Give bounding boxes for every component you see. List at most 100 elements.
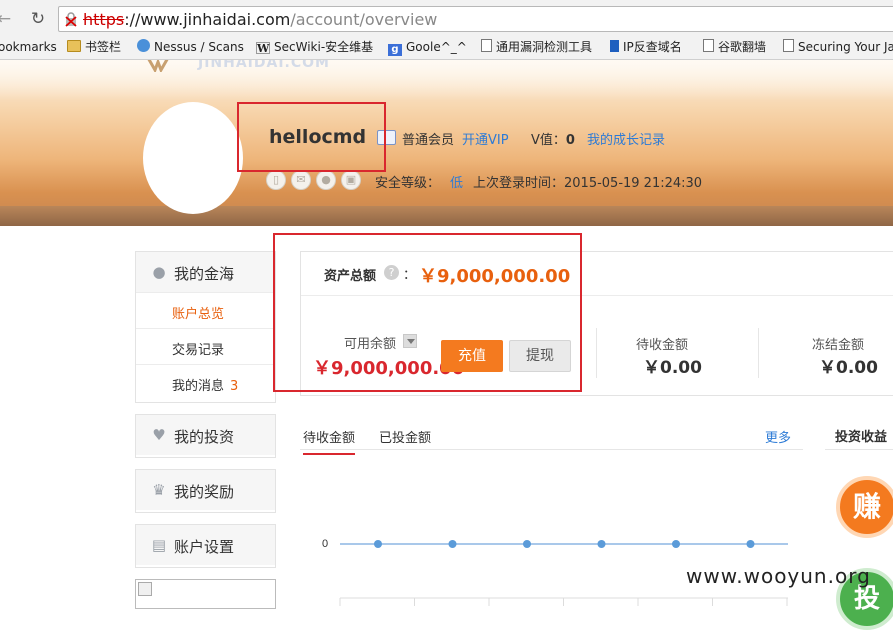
message-count-badge: 3 <box>230 379 239 394</box>
wiki-icon: W <box>256 42 270 55</box>
user-icon: ● <box>152 263 166 281</box>
lock-icon[interactable]: ▣ <box>341 170 361 190</box>
piggy-bank-icon: ♥ <box>152 426 166 444</box>
frozen-amount-label: 冻结金额 <box>812 338 865 353</box>
bookmark-item[interactable]: 通用漏洞检测工具 <box>481 38 592 56</box>
back-arrow-icon[interactable]: ← <box>0 9 14 29</box>
sidebar-header[interactable]: ♛ 我的奖励 <box>136 470 275 510</box>
data-point[interactable] <box>746 540 755 548</box>
url-path: /account/overview <box>290 10 438 29</box>
v-value: V值：0 <box>531 129 575 148</box>
last-login-time: 上次登录时间：2015-05-19 21:24:30 <box>473 176 703 191</box>
divider <box>596 328 597 378</box>
y-tick-label: 0 <box>322 538 328 550</box>
sidebar-section-investments[interactable]: ♥ 我的投资 <box>135 414 276 458</box>
sidebar-title: 我的投资 <box>174 428 235 446</box>
nessus-icon <box>137 39 150 52</box>
mail-icon[interactable]: ✉ <box>291 170 311 190</box>
bookmark-label: IP反查域名 <box>623 40 682 54</box>
bookmark-label: ookmarks <box>0 40 57 54</box>
data-point[interactable] <box>597 540 606 548</box>
tab-pending-amount[interactable]: 待收金额 <box>303 427 356 455</box>
browser-chrome: ← ↻ https://www.jinhaidai.com/account/ov… <box>0 0 893 60</box>
sidebar-item-label: 交易记录 <box>172 343 225 358</box>
ip-icon <box>610 40 619 52</box>
sidebar-item-transactions[interactable]: 交易记录 <box>136 328 275 364</box>
bookmark-item[interactable]: 谷歌翻墙 <box>703 38 766 56</box>
url-text: https://www.jinhaidai.com/account/overvi… <box>83 10 437 30</box>
pending-amount-label: 待收金额 <box>636 338 689 353</box>
bookmark-label: Goole^_^ <box>406 40 467 54</box>
pending-amount-chart: 0 <box>322 538 788 606</box>
broken-image <box>135 579 276 609</box>
bookmarks-bar: ookmarks 书签栏 Nessus / Scans W SecWiki-安全维… <box>0 36 893 58</box>
logo-icon <box>147 60 169 72</box>
tabs-divider <box>300 449 803 450</box>
banner-ground <box>0 206 893 226</box>
sidebar-title: 我的奖励 <box>174 483 235 501</box>
sidebar-item-label: 账户总览 <box>172 307 225 322</box>
data-point[interactable] <box>523 540 531 548</box>
bookmark-label: 通用漏洞检测工具 <box>496 40 593 54</box>
sidebar-title: 我的金海 <box>174 265 235 283</box>
sidebar-item-messages[interactable]: 我的消息 3 <box>136 364 275 400</box>
id-card-icon: ▤ <box>151 536 167 554</box>
bookmark-item[interactable]: Nessus / Scans <box>137 38 244 56</box>
profile-banner: JINHAIDAI.COM hellocmd 普通会员 开通VIP V值：0 我… <box>0 60 893 226</box>
bookmark-label: 书签栏 <box>85 40 122 54</box>
page-icon <box>783 39 794 52</box>
google-icon: g <box>388 44 402 56</box>
reload-icon[interactable]: ↻ <box>28 9 48 29</box>
address-row: ← ↻ https://www.jinhaidai.com/account/ov… <box>0 4 893 34</box>
bookmark-item[interactable]: g Goole^_^ <box>388 38 467 56</box>
phone-icon[interactable]: ▯ <box>266 170 286 190</box>
avatar[interactable] <box>143 102 243 214</box>
bookmark-item[interactable]: Securing Your Ja <box>783 38 893 56</box>
sidebar-header[interactable]: ▤ 账户设置 <box>136 525 275 565</box>
sidebar-title: 账户设置 <box>174 538 235 556</box>
watermark: www.wooyun.org <box>686 564 871 588</box>
frozen-amount-value: ￥0.00 <box>819 358 878 378</box>
earn-badge[interactable]: 赚 <box>836 476 893 538</box>
open-vip-link[interactable]: 开通VIP <box>462 129 509 148</box>
growth-record-link[interactable]: 我的成长记录 <box>587 129 665 148</box>
data-point[interactable] <box>672 540 680 548</box>
address-bar[interactable]: https://www.jinhaidai.com/account/overvi… <box>58 6 893 32</box>
highlight-box <box>237 102 386 172</box>
data-point[interactable] <box>448 540 457 548</box>
v-value-label: V值： <box>531 133 566 148</box>
logo-text: JINHAIDAI.COM <box>198 60 330 71</box>
folder-icon <box>67 40 81 52</box>
security-level-value[interactable]: 低 <box>450 172 463 191</box>
url-host: ://www.jinhaidai.com <box>124 10 291 29</box>
security-level-label: 安全等级： <box>375 176 441 191</box>
data-point[interactable] <box>374 540 382 548</box>
bookmark-item[interactable]: 书签栏 <box>67 38 121 56</box>
divider <box>758 328 759 378</box>
sidebar-section-rewards[interactable]: ♛ 我的奖励 <box>135 469 276 513</box>
earnings-header: 投资收益 <box>825 418 893 450</box>
sidebar-item-overview[interactable]: 账户总览 <box>136 292 275 328</box>
member-level: 普通会员 <box>402 133 455 148</box>
more-link[interactable]: 更多 <box>765 427 791 446</box>
earnings-title: 投资收益 <box>835 430 888 445</box>
bookmark-item[interactable]: W SecWiki-安全维基 <box>256 38 373 56</box>
broken-lock-icon <box>65 12 77 27</box>
bookmark-label: Securing Your Ja <box>798 40 893 54</box>
sidebar-header[interactable]: ♥ 我的投资 <box>136 415 275 455</box>
bookmark-item[interactable]: IP反查域名 <box>610 38 682 56</box>
tab-invested-amount[interactable]: 已投金额 <box>379 427 431 446</box>
user-icon[interactable]: ● <box>316 170 336 190</box>
page-icon <box>703 39 714 52</box>
sidebar-header[interactable]: ● 我的金海 <box>136 252 275 292</box>
sidebar-section-settings[interactable]: ▤ 账户设置 <box>135 524 276 568</box>
url-scheme: https <box>83 10 125 29</box>
bookmark-item[interactable]: ookmarks <box>0 38 57 56</box>
sidebar-item-label: 我的消息 <box>172 379 225 394</box>
highlight-box <box>273 233 582 392</box>
page-icon <box>481 39 492 52</box>
v-value-number: 0 <box>565 133 575 148</box>
bookmark-label: SecWiki-安全维基 <box>274 40 374 54</box>
bookmark-label: 谷歌翻墙 <box>718 40 767 54</box>
sidebar-section-my-account: ● 我的金海 账户总览 交易记录 我的消息 3 <box>135 251 276 403</box>
